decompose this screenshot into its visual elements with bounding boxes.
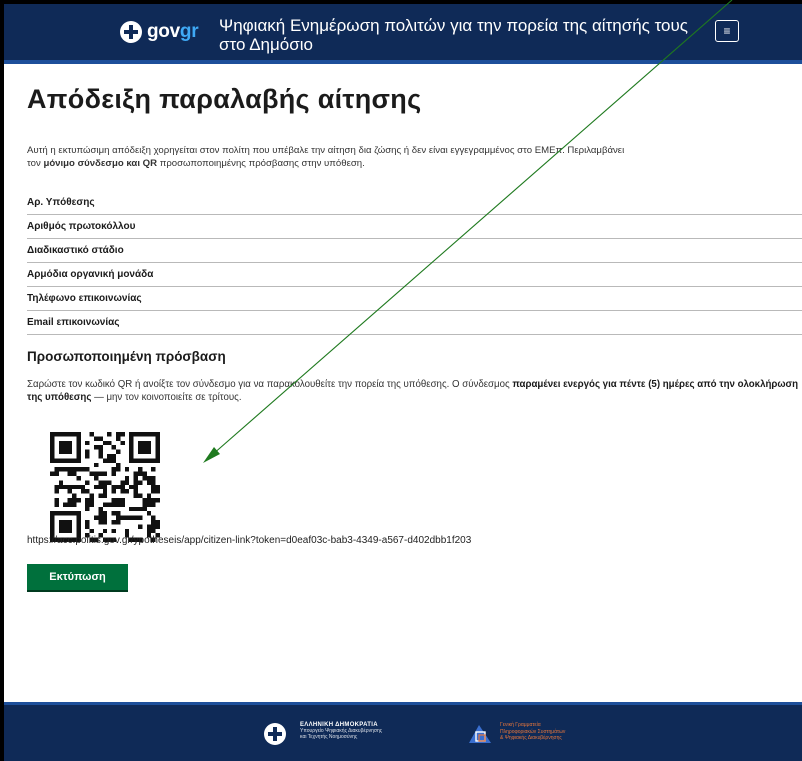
info-row-procedural-stage: Διαδικαστικό στάδιο: [27, 239, 802, 263]
section-heading-personal-access: Προσωποποιημένη πρόσβαση: [27, 349, 226, 364]
main-content: Απόδειξη παραλαβής αίτησης Αυτή η εκτυπώ…: [27, 84, 802, 590]
info-label: Διαδικαστικό στάδιο: [27, 245, 124, 256]
info-row-case-number: Αρ. Υπόθεσης: [27, 191, 802, 215]
info-row-email: Email επικοινωνίας: [27, 311, 802, 335]
site-header: govgr Ψηφιακή Ενημέρωση πολιτών για την …: [4, 4, 802, 60]
gsis-logo-text: Γενική Γραμματεία Πληροφοριακών Συστημάτ…: [500, 722, 566, 741]
greek-emblem-icon: [264, 723, 286, 745]
govgr-wordmark: govgr: [147, 21, 199, 42]
info-label: Αρμόδια οργανική μονάδα: [27, 269, 154, 280]
window-border-left: [0, 0, 4, 761]
info-label: Αρ. Υπόθεσης: [27, 197, 95, 208]
service-title: Ψηφιακή Ενημέρωση πολιτών για την πορεία…: [219, 16, 688, 54]
gsis-logo-icon: [469, 725, 491, 743]
info-row-phone: Τηλέφωνο επικοινωνίας: [27, 287, 802, 311]
info-row-responsible-unit: Αρμόδια οργανική μονάδα: [27, 263, 802, 287]
hamburger-icon: ≡: [723, 24, 731, 38]
citizen-link[interactable]: https://acc.politis.gov.gr/ypotheseis/ap…: [27, 535, 471, 546]
info-row-protocol-number: Αριθμός πρωτοκόλλου: [27, 215, 802, 239]
govgr-logo[interactable]: govgr: [120, 21, 199, 43]
intro-line-1: Αυτή η εκτυπώσιμη απόδειξη χορηγείται στ…: [27, 145, 625, 156]
page-title: Απόδειξη παραλαβής αίτησης: [27, 84, 422, 114]
case-info-table: Αρ. Υπόθεσης Αριθμός πρωτοκόλλου Διαδικα…: [27, 191, 802, 335]
site-footer: ΕΛΛΗΝΙΚΗ ΔΗΜΟΚΡΑΤΙΑ Υπουργείο Ψηφιακής Δ…: [4, 705, 802, 761]
menu-button[interactable]: ≡: [715, 20, 739, 42]
intro-line-2: τον μόνιμο σύνδεσμο και QR προσωποποιημέ…: [27, 158, 365, 169]
info-label: Αριθμός πρωτοκόλλου: [27, 221, 136, 232]
header-accent-strip: [4, 60, 802, 64]
qr-instructions: Σαρώστε τον κωδικό QR ή ανοίξτε τον σύνδ…: [27, 379, 799, 403]
info-label: Email επικοινωνίας: [27, 317, 120, 328]
greek-emblem-icon: [120, 21, 142, 43]
qr-code: [50, 432, 160, 542]
intro-text: Αυτή η εκτυπώσιμη απόδειξη χορηγείται στ…: [27, 144, 802, 170]
print-button[interactable]: Εκτύπωση: [27, 564, 128, 590]
info-label: Τηλέφωνο επικοινωνίας: [27, 293, 142, 304]
ministry-logo-text: ΕΛΛΗΝΙΚΗ ΔΗΜΟΚΡΑΤΙΑ Υπουργείο Ψηφιακής Δ…: [300, 722, 383, 740]
